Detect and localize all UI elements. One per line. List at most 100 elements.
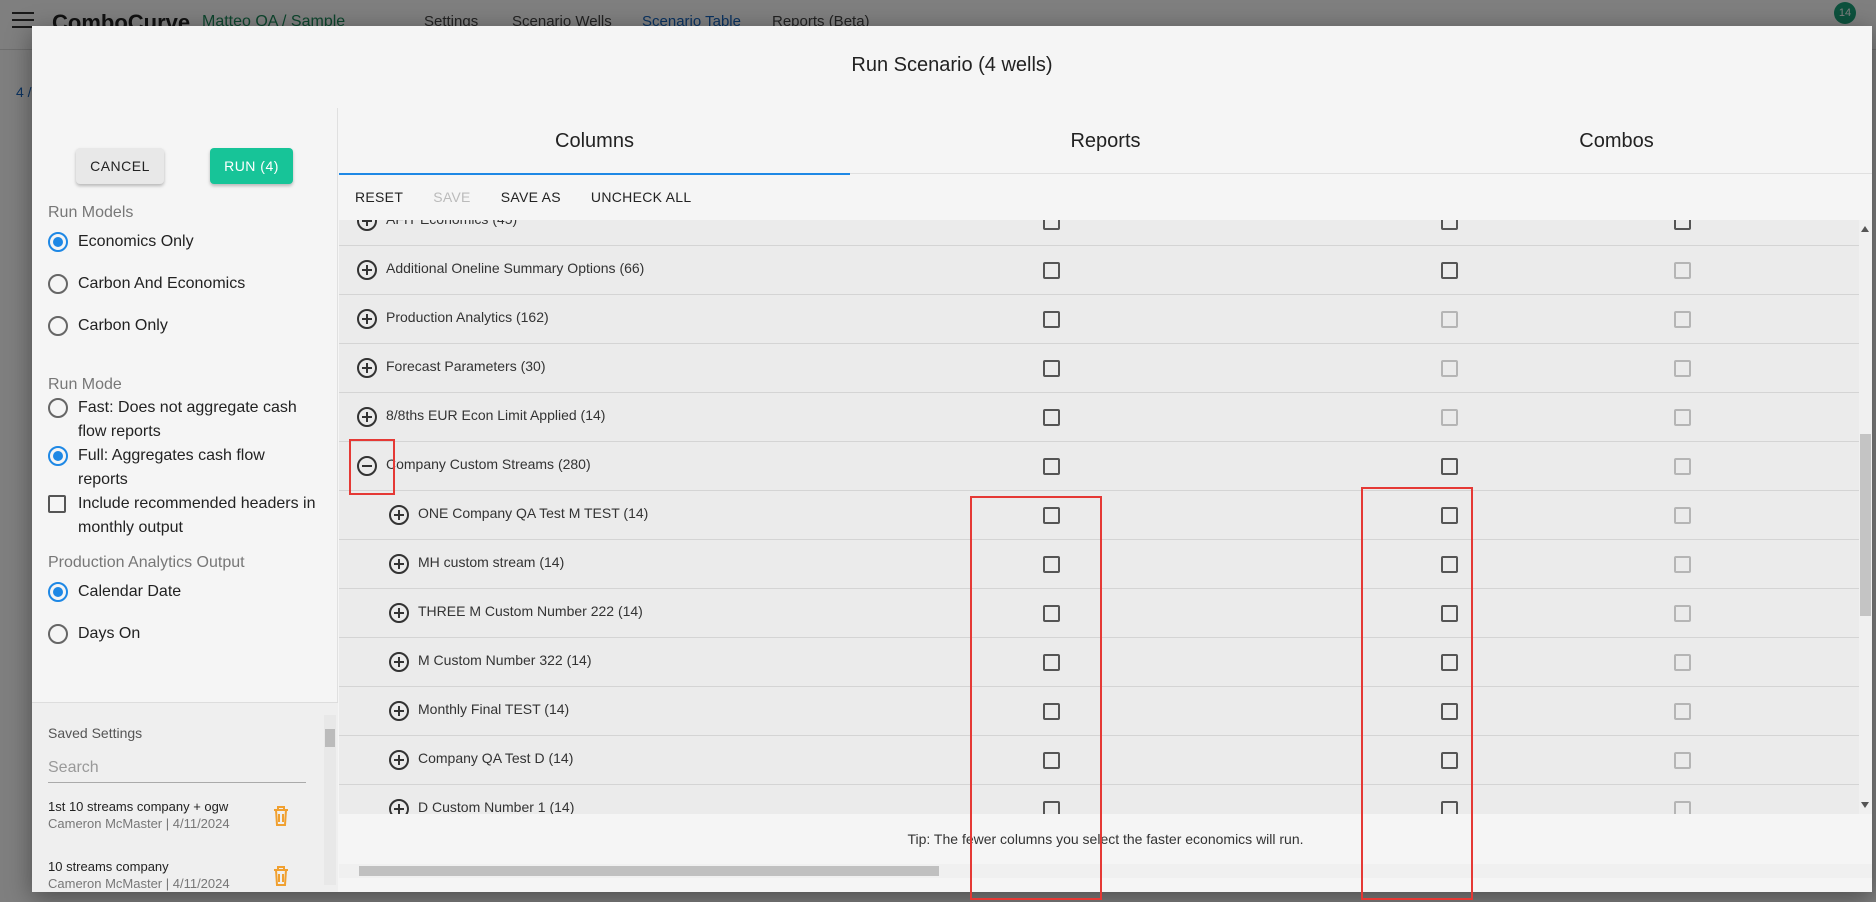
radio-days-on[interactable]: Days On bbox=[48, 622, 140, 646]
radio-economics-only[interactable]: Economics Only bbox=[48, 230, 194, 254]
checkbox-icon bbox=[48, 495, 66, 513]
combos-checkbox bbox=[1674, 458, 1691, 475]
uncheck-all-button[interactable]: UNCHECK ALL bbox=[591, 189, 692, 205]
trash-icon[interactable] bbox=[272, 865, 290, 887]
expand-icon[interactable] bbox=[389, 701, 409, 721]
combos-checkbox bbox=[1674, 409, 1691, 426]
horizontal-scrollbar[interactable] bbox=[339, 864, 1872, 878]
radio-checked-icon bbox=[48, 582, 68, 602]
reports-checkbox[interactable] bbox=[1441, 752, 1458, 769]
columns-toolbar: RESET SAVE SAVE AS UNCHECK ALL bbox=[339, 174, 1872, 220]
row-label: Additional Oneline Summary Options (66) bbox=[386, 260, 645, 276]
trash-icon[interactable] bbox=[272, 805, 290, 827]
columns-checkbox[interactable] bbox=[1043, 409, 1060, 426]
reports-checkbox[interactable] bbox=[1441, 262, 1458, 279]
expand-icon[interactable] bbox=[389, 505, 409, 525]
table-row: AFIT Economics (45) bbox=[339, 220, 1859, 246]
columns-checkbox[interactable] bbox=[1043, 262, 1060, 279]
expand-icon[interactable] bbox=[357, 260, 377, 280]
tab-combos[interactable]: Combos bbox=[1361, 108, 1872, 174]
radio-label: Calendar Date bbox=[78, 583, 182, 600]
row-label: MH custom stream (14) bbox=[418, 554, 565, 570]
radio-unchecked-icon bbox=[48, 624, 68, 644]
columns-checkbox[interactable] bbox=[1043, 311, 1060, 328]
reports-checkbox[interactable] bbox=[1441, 654, 1458, 671]
columns-checkbox[interactable] bbox=[1043, 220, 1060, 230]
prod-output-label: Production Analytics Output bbox=[48, 554, 245, 571]
saved-item[interactable]: 1st 10 streams company + ogw Cameron McM… bbox=[48, 799, 306, 831]
expand-icon[interactable] bbox=[389, 603, 409, 623]
tip-text: Tip: The fewer columns you select the fa… bbox=[339, 814, 1872, 864]
include-headers-checkbox[interactable]: Include recommended headers in monthly o… bbox=[48, 492, 318, 540]
checkbox-label: Include recommended headers in monthly o… bbox=[78, 495, 316, 536]
table-row: Forecast Parameters (30) bbox=[339, 344, 1859, 393]
row-label: Forecast Parameters (30) bbox=[386, 358, 546, 374]
scroll-up-icon[interactable] bbox=[1861, 226, 1869, 232]
expand-icon[interactable] bbox=[357, 220, 377, 231]
tab-columns[interactable]: Columns bbox=[339, 108, 850, 175]
columns-checkbox[interactable] bbox=[1043, 360, 1060, 377]
saved-settings: Saved Settings Search 1st 10 streams com… bbox=[32, 702, 338, 892]
radio-unchecked-icon bbox=[48, 316, 68, 336]
columns-table: AFIT Economics (45) Additional Oneline Su… bbox=[339, 220, 1859, 814]
run-scenario-dialog: Run Scenario (4 wells) CANCEL RUN (4) Ru… bbox=[32, 26, 1872, 892]
reports-checkbox[interactable] bbox=[1441, 703, 1458, 720]
expand-icon[interactable] bbox=[389, 750, 409, 770]
radio-unchecked-icon bbox=[48, 398, 68, 418]
columns-checkbox[interactable] bbox=[1043, 458, 1060, 475]
expand-icon[interactable] bbox=[357, 407, 377, 427]
table-row: Additional Oneline Summary Options (66) bbox=[339, 246, 1859, 295]
collapse-icon[interactable] bbox=[357, 456, 377, 476]
reports-checkbox[interactable] bbox=[1441, 801, 1458, 814]
save-as-button[interactable]: SAVE AS bbox=[501, 189, 561, 205]
columns-checkbox[interactable] bbox=[1043, 752, 1060, 769]
expand-icon[interactable] bbox=[389, 799, 409, 814]
reports-checkbox[interactable] bbox=[1441, 605, 1458, 622]
columns-checkbox[interactable] bbox=[1043, 507, 1060, 524]
save-button[interactable]: SAVE bbox=[433, 189, 471, 205]
run-button[interactable]: RUN (4) bbox=[210, 148, 293, 184]
columns-checkbox[interactable] bbox=[1043, 703, 1060, 720]
radio-fast-mode[interactable]: Fast: Does not aggregate cash flow repor… bbox=[48, 396, 318, 444]
tab-bar: Columns Reports Combos bbox=[339, 108, 1872, 175]
table-scrollbar[interactable] bbox=[1859, 220, 1872, 814]
reports-checkbox[interactable] bbox=[1441, 556, 1458, 573]
radio-unchecked-icon bbox=[48, 274, 68, 294]
reports-checkbox bbox=[1441, 409, 1458, 426]
run-mode-label: Run Mode bbox=[48, 376, 122, 393]
row-label: ONE Company QA Test M TEST (14) bbox=[418, 505, 649, 521]
radio-carbon-only[interactable]: Carbon Only bbox=[48, 314, 168, 338]
saved-scrollbar[interactable] bbox=[324, 715, 336, 885]
run-models-label: Run Models bbox=[48, 204, 134, 221]
left-panel: CANCEL RUN (4) Run Models Economics Only… bbox=[32, 108, 338, 892]
radio-full-mode[interactable]: Full: Aggregates cash flow reports bbox=[48, 444, 318, 492]
columns-checkbox[interactable] bbox=[1043, 654, 1060, 671]
saved-item-meta: Cameron McMaster | 4/11/2024 bbox=[48, 816, 230, 831]
radio-checked-icon bbox=[48, 232, 68, 252]
saved-search-input[interactable]: Search bbox=[48, 757, 306, 783]
combos-checkbox[interactable] bbox=[1674, 220, 1691, 230]
reports-checkbox[interactable] bbox=[1441, 220, 1458, 230]
expand-icon[interactable] bbox=[357, 309, 377, 329]
combos-checkbox bbox=[1674, 311, 1691, 328]
dialog-title: Run Scenario (4 wells) bbox=[851, 54, 1053, 76]
expand-icon[interactable] bbox=[389, 652, 409, 672]
scrollbar-thumb[interactable] bbox=[1860, 434, 1871, 616]
columns-checkbox[interactable] bbox=[1043, 556, 1060, 573]
reset-button[interactable]: RESET bbox=[355, 189, 403, 205]
columns-checkbox[interactable] bbox=[1043, 605, 1060, 622]
scroll-down-icon[interactable] bbox=[1861, 802, 1869, 808]
reports-checkbox[interactable] bbox=[1441, 458, 1458, 475]
radio-label: Fast: Does not aggregate cash flow repor… bbox=[78, 399, 297, 440]
tab-reports[interactable]: Reports bbox=[850, 108, 1361, 174]
radio-carbon-and-economics[interactable]: Carbon And Economics bbox=[48, 272, 245, 296]
radio-calendar-date[interactable]: Calendar Date bbox=[48, 580, 181, 604]
expand-icon[interactable] bbox=[357, 358, 377, 378]
columns-checkbox[interactable] bbox=[1043, 801, 1060, 814]
radio-checked-icon bbox=[48, 446, 68, 466]
cancel-button[interactable]: CANCEL bbox=[76, 148, 164, 184]
saved-item[interactable]: 10 streams company Cameron McMaster | 4/… bbox=[48, 859, 306, 891]
expand-icon[interactable] bbox=[389, 554, 409, 574]
radio-label: Economics Only bbox=[78, 233, 194, 250]
reports-checkbox[interactable] bbox=[1441, 507, 1458, 524]
